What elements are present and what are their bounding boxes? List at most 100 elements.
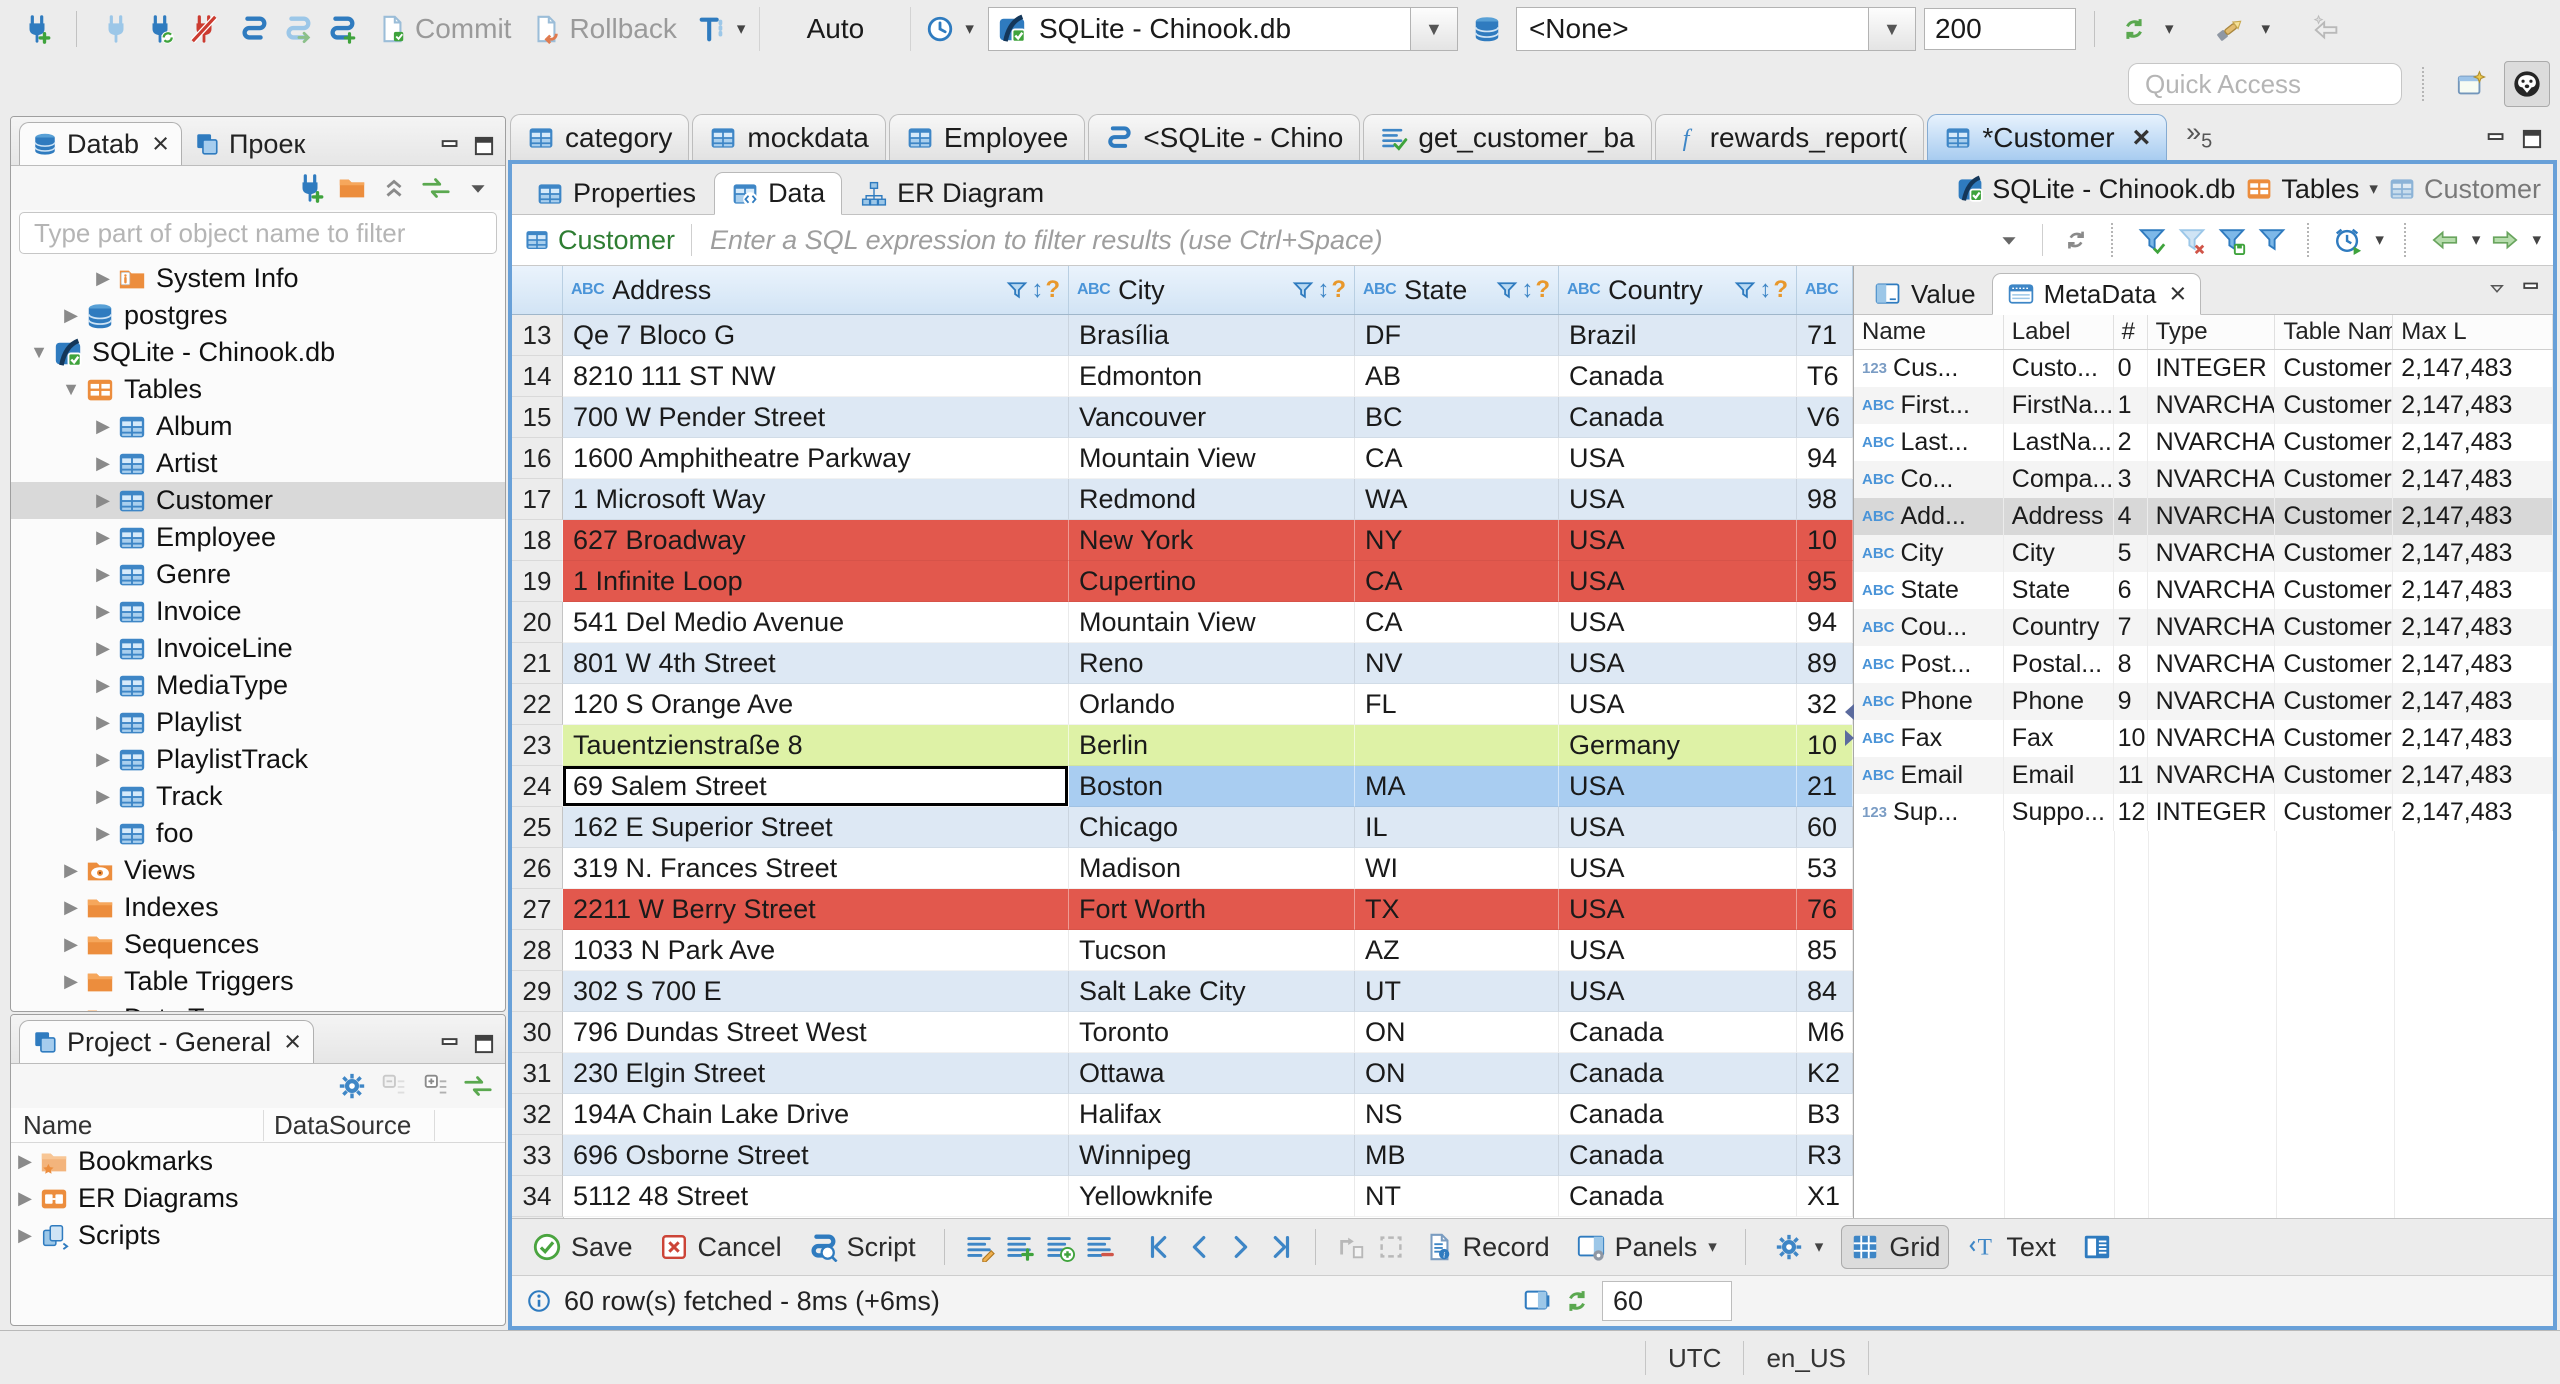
cell-label[interactable]: Compa...: [2004, 461, 2114, 498]
cell-name[interactable]: ABC Email: [1854, 757, 2004, 794]
chevron-right-icon[interactable]: ▶: [57, 971, 85, 992]
reconnect-icon[interactable]: [145, 14, 175, 44]
row-number[interactable]: 15: [512, 397, 563, 438]
schema-dropdown-button[interactable]: ▼: [1867, 8, 1915, 50]
cell-City[interactable]: Brasília: [1069, 315, 1355, 356]
search-flashlight-icon[interactable]: [2215, 14, 2245, 44]
rollback-button[interactable]: Rollback: [525, 7, 682, 51]
cell-State[interactable]: WI: [1355, 848, 1559, 889]
cell-table-name[interactable]: Customer: [2275, 683, 2394, 720]
table-row[interactable]: 27 2211 W Berry Street Fort Worth TX USA 76: [512, 889, 1853, 930]
fetch-next-icon[interactable]: [2490, 225, 2520, 255]
metadata-row[interactable]: ABCFaxFax10NVARCHARCustomer2,147,483: [1854, 720, 2553, 757]
cell-City[interactable]: Winnipeg: [1069, 1135, 1355, 1176]
row-number[interactable]: 34: [512, 1176, 563, 1217]
metadata-column-TableName[interactable]: Table Name: [2275, 315, 2394, 349]
cell-max-length[interactable]: 2,147,483: [2393, 535, 2553, 572]
cell-type[interactable]: INTEGER: [2148, 350, 2276, 387]
cell-City[interactable]: Mountain View: [1069, 438, 1355, 479]
row-number-header[interactable]: [512, 266, 563, 314]
cell-State[interactable]: AB: [1355, 356, 1559, 397]
cell-City[interactable]: Yellowknife: [1069, 1176, 1355, 1217]
cell-Country[interactable]: Canada: [1559, 1135, 1797, 1176]
cell-type[interactable]: NVARCHAR: [2148, 498, 2276, 535]
cell-table-name[interactable]: Customer: [2275, 535, 2394, 572]
cell-postalcode[interactable]: 76: [1797, 889, 1853, 930]
tab-properties[interactable]: Properties: [520, 173, 712, 214]
refresh-icon[interactable]: [2061, 225, 2091, 255]
metadata-row[interactable]: ABCFirst...FirstNa...1NVARCHARCustomer2,…: [1854, 387, 2553, 424]
cell-postalcode[interactable]: B3: [1797, 1094, 1853, 1135]
cell-ordinal[interactable]: 12: [2114, 794, 2148, 831]
column-header-Address[interactable]: ABC Address ↕?: [563, 266, 1069, 314]
minimize-icon[interactable]: [2519, 276, 2543, 300]
filter-icon[interactable]: [1291, 278, 1315, 302]
cell-table-name[interactable]: Customer: [2275, 572, 2394, 609]
cell-Address[interactable]: 696 Osborne Street: [563, 1135, 1069, 1176]
cell-Country[interactable]: Canada: [1559, 397, 1797, 438]
tree-item-Customer[interactable]: ▶ Customer: [11, 482, 505, 519]
chevron-down-icon[interactable]: ▼: [57, 379, 85, 400]
timezone-indicator[interactable]: UTC: [1645, 1341, 1743, 1375]
cell-City[interactable]: Salt Lake City: [1069, 971, 1355, 1012]
nav-first-icon[interactable]: [1145, 1232, 1175, 1262]
cell-Country[interactable]: USA: [1559, 807, 1797, 848]
new-sql-editor-icon[interactable]: [283, 14, 313, 44]
cell-label[interactable]: City: [2004, 535, 2114, 572]
editor-tab-category[interactable]: category: [510, 114, 690, 160]
cell-postalcode[interactable]: 84: [1797, 971, 1853, 1012]
cell-name[interactable]: 123 Sup...: [1854, 794, 2004, 831]
cell-State[interactable]: [1355, 725, 1559, 766]
cell-State[interactable]: WA: [1355, 479, 1559, 520]
caret-down-icon[interactable]: ▾: [2532, 230, 2541, 250]
cell-Address[interactable]: 69 Salem Street: [563, 766, 1069, 807]
cell-Country[interactable]: USA: [1559, 479, 1797, 520]
maximize-icon[interactable]: [471, 1031, 497, 1057]
editor-tab-*Customer[interactable]: *Customer ×: [1927, 114, 2168, 160]
row-number[interactable]: 32: [512, 1094, 563, 1135]
row-number[interactable]: 33: [512, 1135, 563, 1176]
metadata-column-Name[interactable]: Name: [1854, 315, 2004, 349]
row-number[interactable]: 27: [512, 889, 563, 930]
cell-Country[interactable]: Canada: [1559, 1012, 1797, 1053]
cell-table-name[interactable]: Customer: [2275, 424, 2394, 461]
cell-Country[interactable]: USA: [1559, 930, 1797, 971]
cell-postalcode[interactable]: M6: [1797, 1012, 1853, 1053]
cell-table-name[interactable]: Customer: [2275, 646, 2394, 683]
cell-type[interactable]: NVARCHAR: [2148, 535, 2276, 572]
maximize-icon[interactable]: [471, 133, 497, 159]
cell-postalcode[interactable]: 89: [1797, 643, 1853, 684]
select-database-button[interactable]: [1466, 7, 1508, 51]
editor-tab-Employee[interactable]: Employee: [888, 114, 1086, 160]
new-connection-icon[interactable]: [295, 173, 325, 203]
cell-Country[interactable]: Canada: [1559, 1176, 1797, 1217]
cell-City[interactable]: Boston: [1069, 766, 1355, 807]
tree-item-MediaType[interactable]: ▶ MediaType: [11, 667, 505, 704]
minimize-icon[interactable]: [437, 133, 463, 159]
cell-Country[interactable]: Canada: [1559, 1053, 1797, 1094]
tree-item-Tables[interactable]: ▼ Tables: [11, 371, 505, 408]
filter-apply-icon[interactable]: [2137, 225, 2167, 255]
cell-table-name[interactable]: Customer: [2275, 757, 2394, 794]
chevron-right-icon[interactable]: ▶: [89, 638, 117, 659]
column-info-icon[interactable]: ?: [1045, 276, 1060, 304]
settings-button[interactable]: ▾: [1766, 1232, 1832, 1262]
save-button[interactable]: Save: [524, 1232, 641, 1263]
tree-item-InvoiceLine[interactable]: ▶ InvoiceLine: [11, 630, 505, 667]
cell-Address[interactable]: 700 W Pender Street: [563, 397, 1069, 438]
cell-State[interactable]: TX: [1355, 889, 1559, 930]
cell-Country[interactable]: USA: [1559, 889, 1797, 930]
chevron-right-icon[interactable]: ▶: [57, 860, 85, 881]
tree-item-Table Triggers[interactable]: ▶ Table Triggers: [11, 963, 505, 1000]
table-row[interactable]: 19 1 Infinite Loop Cupertino CA USA 95: [512, 561, 1853, 602]
cell-max-length[interactable]: 2,147,483: [2393, 498, 2553, 535]
cell-City[interactable]: Madison: [1069, 848, 1355, 889]
cell-Address[interactable]: 627 Broadway: [563, 520, 1069, 561]
open-perspective-button[interactable]: [2448, 61, 2494, 107]
filter-remove-icon[interactable]: [2177, 225, 2207, 255]
cell-State[interactable]: ON: [1355, 1012, 1559, 1053]
panels-button[interactable]: Panels ▾: [1568, 1232, 1725, 1263]
cell-Address[interactable]: Tauentzienstraße 8: [563, 725, 1069, 766]
filter-dropdown-icon[interactable]: [1994, 225, 2024, 255]
cell-Address[interactable]: 302 S 700 E: [563, 971, 1069, 1012]
